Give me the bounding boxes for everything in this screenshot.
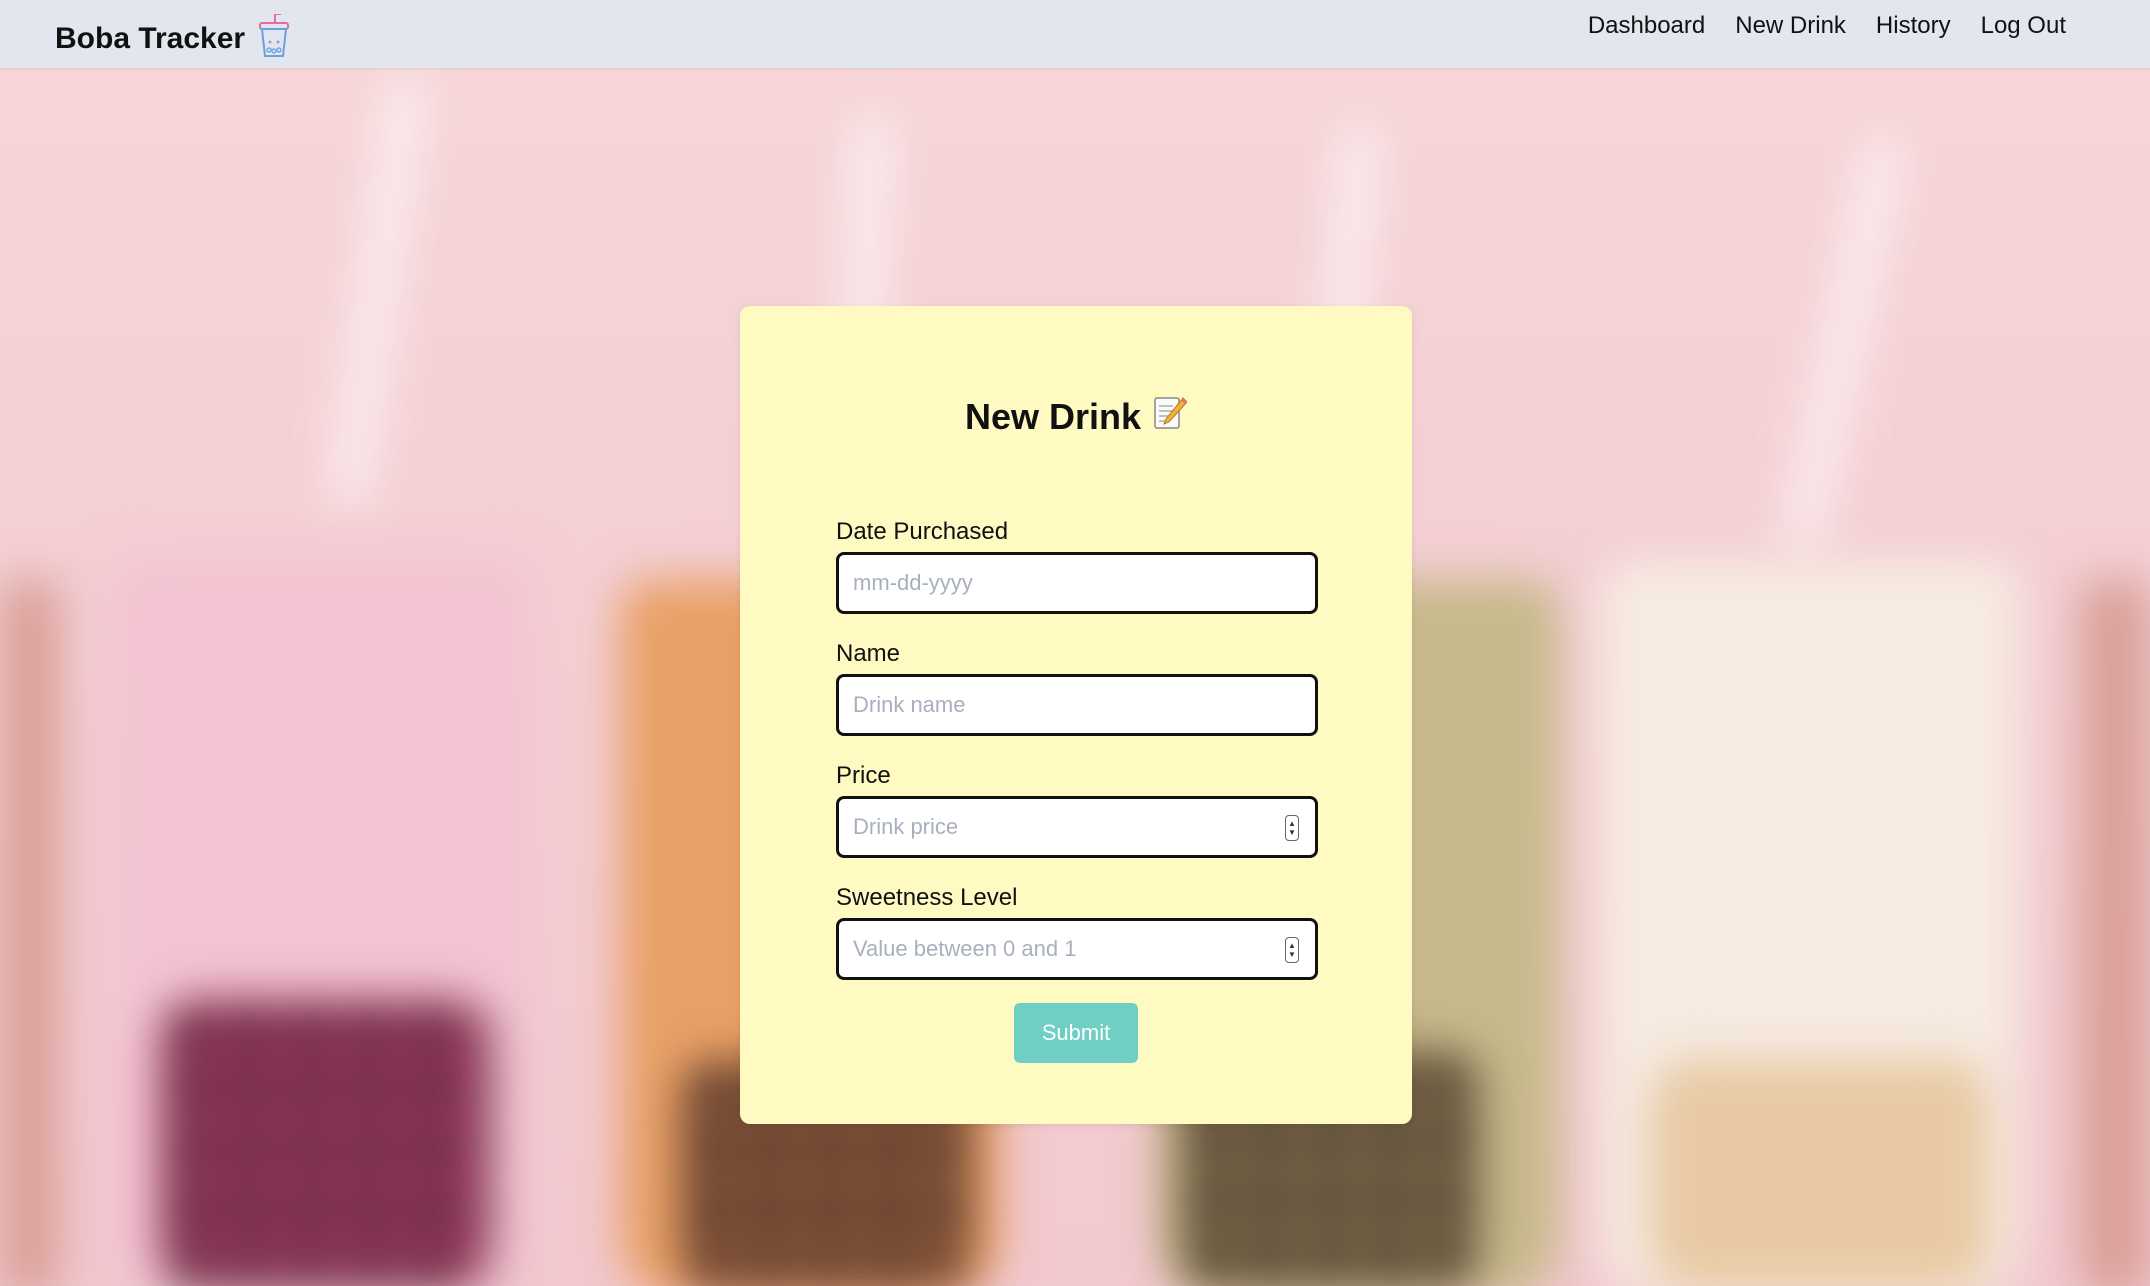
chevron-up-icon[interactable]: ▲ — [1288, 941, 1296, 950]
name-label: Name — [836, 640, 901, 667]
memo-pencil-icon — [1153, 394, 1188, 439]
nav-link-dashboard[interactable]: Dashboard — [1588, 12, 1705, 40]
submit-button[interactable]: Submit — [1014, 1003, 1138, 1063]
price-stepper[interactable]: ▲ ▼ — [1285, 815, 1299, 841]
name-field: Name — [836, 640, 1318, 736]
price-field: Price ▲ ▼ — [836, 762, 1318, 858]
top-navbar: Boba Tracker Dashboard New Drink History… — [0, 0, 2150, 68]
sweetness-label: Sweetness Level — [836, 884, 1018, 911]
chevron-down-icon[interactable]: ▼ — [1288, 828, 1296, 837]
nav-links: Dashboard New Drink History Log Out — [1588, 12, 2066, 40]
new-drink-form-card: New Drink Date Purchased Name — [740, 306, 1412, 1124]
date-purchased-label: Date Purchased — [836, 518, 1009, 545]
sweetness-field: Sweetness Level ▲ ▼ — [836, 884, 1318, 980]
drink-name-input[interactable] — [839, 677, 1287, 733]
boba-cup-icon — [259, 13, 290, 63]
chevron-down-icon[interactable]: ▼ — [1288, 950, 1296, 959]
brand[interactable]: Boba Tracker — [55, 13, 290, 63]
nav-link-history[interactable]: History — [1876, 12, 1951, 40]
form-title: New Drink — [964, 395, 1142, 437]
nav-link-new-drink[interactable]: New Drink — [1735, 12, 1846, 40]
nav-link-log-out[interactable]: Log Out — [1981, 12, 2066, 40]
sweetness-stepper[interactable]: ▲ ▼ — [1285, 937, 1299, 963]
chevron-up-icon[interactable]: ▲ — [1288, 819, 1296, 828]
brand-title: Boba Tracker — [55, 21, 246, 55]
price-input[interactable] — [839, 799, 1287, 855]
price-label: Price — [836, 762, 891, 789]
sweetness-input[interactable] — [839, 921, 1287, 977]
date-purchased-input[interactable] — [839, 555, 1287, 611]
date-purchased-field: Date Purchased — [836, 518, 1318, 614]
